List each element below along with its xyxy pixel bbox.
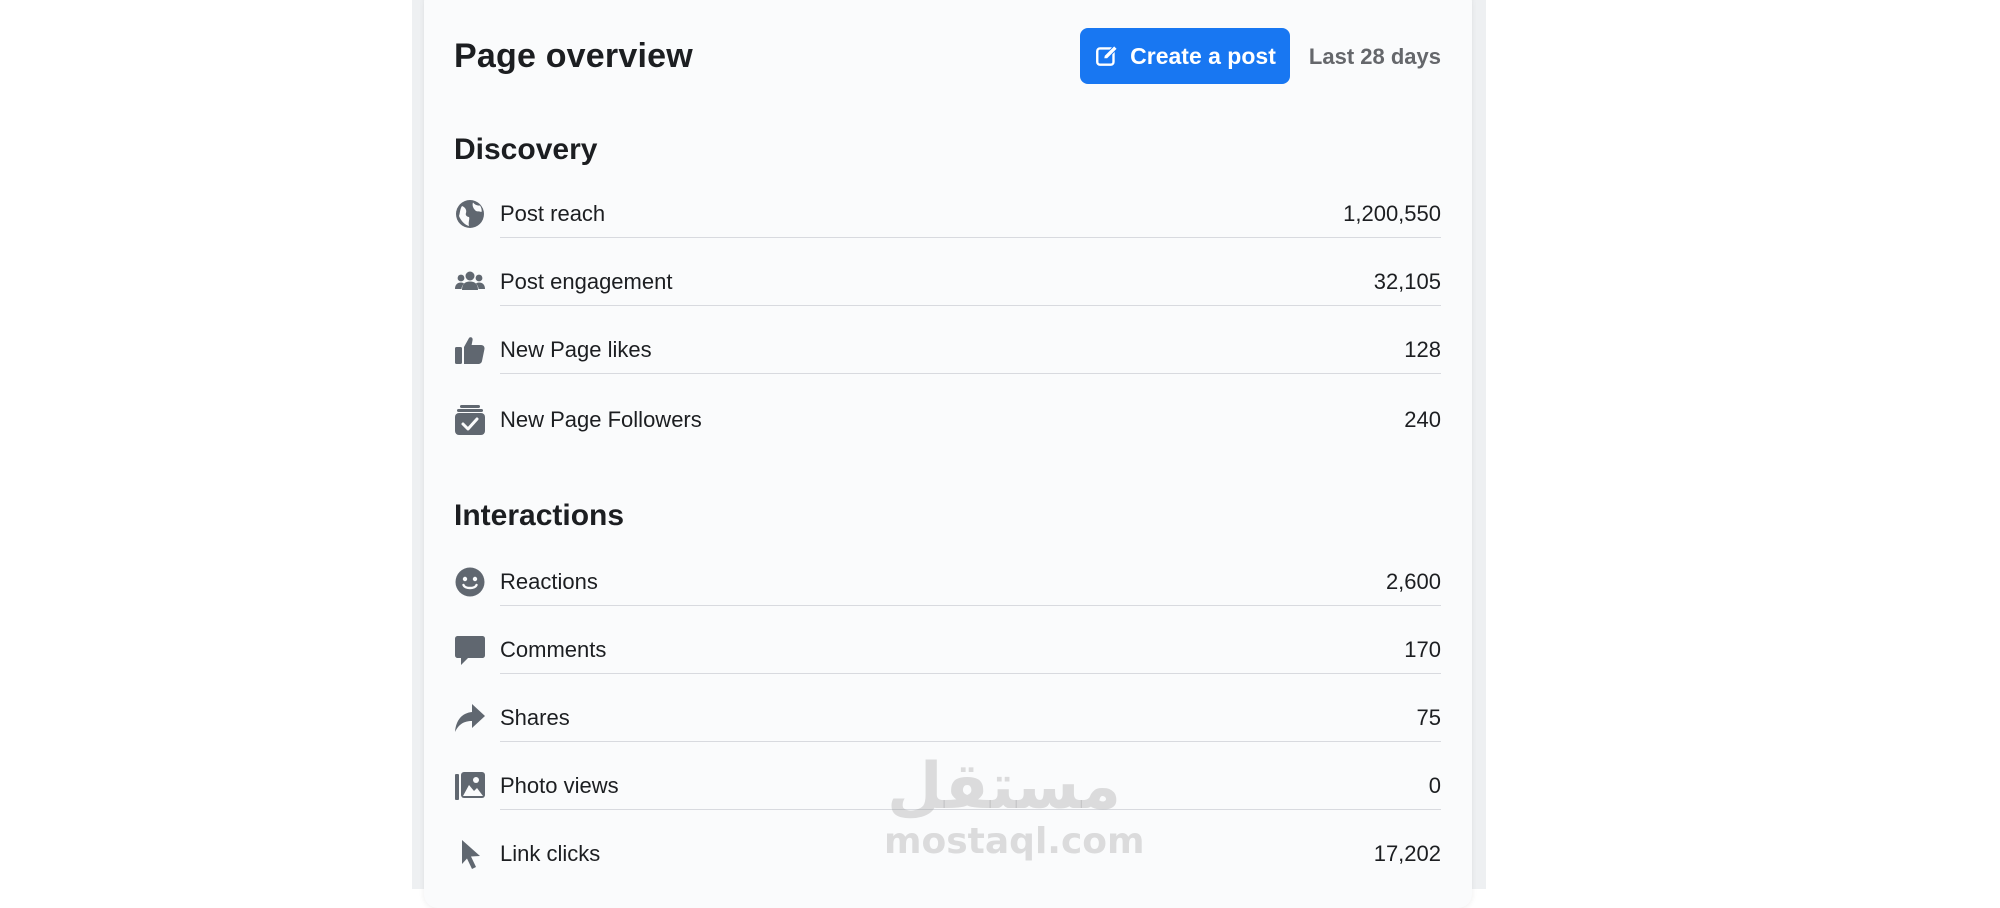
cursor-icon [462, 840, 480, 869]
metric-label: Comments [500, 637, 607, 662]
metric-row-photo-views[interactable]: Photo views 0 [454, 762, 1441, 810]
metric-value: 0 [1428, 773, 1441, 798]
metric-row-new-page-followers[interactable]: New Page Followers 240 [454, 396, 1441, 444]
metric-value: 32,105 [1373, 269, 1441, 294]
metric-value: 240 [1404, 407, 1441, 432]
metric-row-post-reach[interactable]: Post reach 1,200,550 [454, 190, 1441, 238]
comment-bubble-icon [455, 636, 485, 665]
interactions-heading: Interactions [454, 499, 625, 532]
metric-value: 170 [1404, 637, 1441, 662]
metric-row-link-clicks[interactable]: Link clicks 17,202 [454, 830, 1441, 878]
row-divider [500, 809, 1441, 810]
row-divider [500, 305, 1441, 306]
overview-header: Page overview Create a post Last 28 days [454, 28, 1441, 84]
metric-row-shares[interactable]: Shares 75 [454, 694, 1441, 742]
metric-value: 2,600 [1385, 569, 1441, 594]
share-arrow-icon [455, 704, 485, 732]
discovery-heading: Discovery [454, 133, 598, 166]
row-divider [500, 673, 1441, 674]
metric-row-reactions[interactable]: Reactions 2,600 [454, 558, 1441, 606]
follow-check-icon [455, 405, 485, 435]
metric-label: Photo views [500, 773, 619, 798]
metric-row-comments[interactable]: Comments 170 [454, 626, 1441, 674]
row-divider [500, 741, 1441, 742]
metric-label: Post reach [500, 201, 606, 226]
metric-label: Shares [500, 705, 570, 730]
page-title: Page overview [454, 37, 693, 75]
metric-row-new-page-likes[interactable]: New Page likes 128 [454, 326, 1441, 374]
metric-value: 1,200,550 [1343, 201, 1441, 226]
metric-label: New Page Followers [500, 407, 702, 432]
metric-row-post-engagement[interactable]: Post engagement 32,105 [454, 258, 1441, 306]
date-range-selector[interactable]: Last 28 days [1309, 42, 1441, 72]
metric-value: 128 [1404, 337, 1441, 362]
metric-label: Link clicks [500, 841, 601, 866]
edit-icon [1096, 45, 1118, 66]
people-icon [455, 271, 485, 290]
row-divider [500, 605, 1441, 606]
metric-label: New Page likes [500, 337, 652, 362]
metric-label: Post engagement [500, 269, 673, 294]
create-post-label: Create a post [1130, 42, 1276, 69]
metric-value: 17,202 [1373, 841, 1441, 866]
smiley-icon [455, 567, 485, 597]
globe-icon [456, 200, 484, 228]
metric-label: Reactions [500, 569, 598, 594]
thumbs-up-icon [455, 337, 485, 364]
row-divider [500, 373, 1441, 374]
row-divider [500, 237, 1441, 238]
metric-value: 75 [1416, 705, 1441, 730]
photos-icon [455, 772, 485, 800]
create-post-button[interactable]: Create a post [1080, 28, 1290, 84]
